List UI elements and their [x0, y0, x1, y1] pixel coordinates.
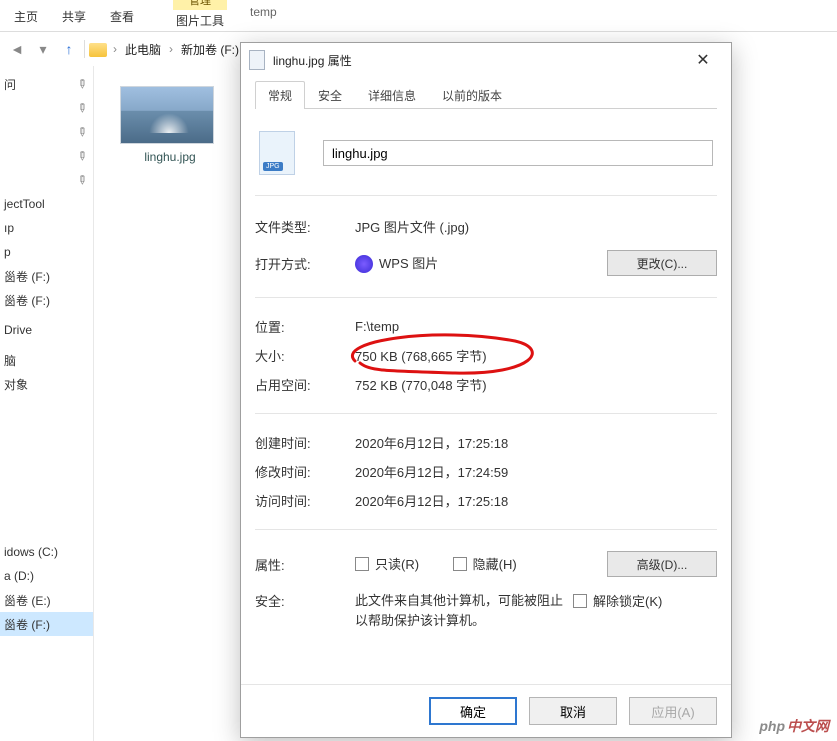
value-location: F:\temp	[355, 319, 717, 334]
sidebar-item[interactable]: a (D:)	[0, 564, 93, 588]
value-modified: 2020年6月12日，17:24:59	[355, 462, 717, 481]
sidebar-item[interactable]	[0, 516, 93, 540]
label-size: 大小:	[255, 346, 355, 365]
tab-general[interactable]: 常规	[255, 81, 305, 109]
dialog-titlebar[interactable]: linghu.jpg 属性 ✕	[241, 43, 731, 77]
divider	[255, 529, 717, 530]
value-size-on-disk: 752 KB (770,048 字节)	[355, 375, 717, 394]
divider	[255, 297, 717, 298]
sidebar-item[interactable]: 𡿺卷 (E:)	[0, 588, 93, 612]
file-label: linghu.jpg	[120, 144, 220, 164]
label-created: 创建时间:	[255, 433, 355, 452]
ribbon-tab-share[interactable]: 共享	[50, 2, 98, 31]
divider	[255, 413, 717, 414]
checkbox-hidden[interactable]: 隐藏(H)	[453, 554, 517, 573]
ribbon-tab-view[interactable]: 查看	[98, 2, 146, 31]
label-size-on-disk: 占用空间:	[255, 375, 355, 394]
properties-dialog: linghu.jpg 属性 ✕ 常规 安全 详细信息 以前的版本 文件类型: J…	[240, 42, 732, 738]
pin-icon: ✎	[73, 171, 90, 188]
ribbon-context-picture-tools[interactable]: 图片工具	[166, 10, 234, 31]
nav-separator	[84, 40, 85, 58]
dialog-footer: 确定 取消 应用(A)	[241, 684, 731, 737]
nav-history-dropdown-icon[interactable]: ▾	[32, 38, 54, 60]
sidebar-item[interactable]: ✎	[0, 120, 93, 144]
checkbox-readonly[interactable]: 只读(R)	[355, 554, 419, 573]
advanced-button[interactable]: 高级(D)...	[607, 551, 717, 577]
pin-icon: ✎	[73, 99, 90, 116]
pin-icon: ✎	[73, 75, 90, 92]
value-size: 750 KB (768,665 字节)	[355, 346, 717, 365]
sidebar-item[interactable]: 脑	[0, 348, 93, 372]
change-app-button[interactable]: 更改(C)...	[607, 250, 717, 276]
value-opens-with: WPS 图片	[355, 253, 607, 274]
sidebar-item[interactable]	[0, 492, 93, 516]
close-button[interactable]: ✕	[683, 46, 723, 74]
filename-input[interactable]	[323, 140, 713, 166]
sidebar-item[interactable]	[0, 420, 93, 444]
file-icon	[249, 50, 265, 70]
wps-icon	[355, 255, 373, 273]
sidebar-item[interactable]: 𡿺卷 (F:)	[0, 264, 93, 288]
chevron-right-icon: ›	[167, 42, 175, 56]
tab-security[interactable]: 安全	[305, 81, 355, 109]
sidebar-item[interactable]: ✎	[0, 144, 93, 168]
value-security: 此文件来自其他计算机，可能被阻止以帮助保护该计算机。	[355, 591, 565, 630]
sidebar-item[interactable]: 𡿺卷 (F:)	[0, 288, 93, 312]
checkbox-unblock[interactable]: 解除锁定(K)	[573, 591, 662, 610]
sidebar-item[interactable]: p	[0, 240, 93, 264]
dialog-title: linghu.jpg 属性	[273, 52, 352, 69]
label-location: 位置:	[255, 317, 355, 336]
watermark: php中文网	[755, 715, 833, 737]
value-created: 2020年6月12日，17:25:18	[355, 433, 717, 452]
file-type-icon	[259, 131, 295, 175]
sidebar-item-selected[interactable]: 𡿺卷 (F:)	[0, 612, 93, 636]
file-item[interactable]: linghu.jpg	[120, 86, 220, 164]
sidebar-item[interactable]: ✎	[0, 96, 93, 120]
label-opens-with: 打开方式:	[255, 254, 355, 273]
window-title: temp	[250, 5, 277, 19]
sidebar-item[interactable]: jectTool	[0, 192, 93, 216]
pin-icon: ✎	[73, 123, 90, 140]
apply-button[interactable]: 应用(A)	[629, 697, 717, 725]
label-attributes: 属性:	[255, 555, 355, 574]
sidebar-item[interactable]	[0, 468, 93, 492]
label-accessed: 访问时间:	[255, 491, 355, 510]
folder-icon	[89, 43, 107, 57]
sidebar-item[interactable]: 对象	[0, 372, 93, 396]
label-security: 安全:	[255, 591, 355, 610]
nav-tree[interactable]: 问✎ ✎ ✎ ✎ ✎ jectTool ıp p 𡿺卷 (F:) 𡿺卷 (F:)…	[0, 66, 94, 741]
nav-up-icon[interactable]: ↑	[58, 38, 80, 60]
label-file-type: 文件类型:	[255, 217, 355, 236]
ok-button[interactable]: 确定	[429, 697, 517, 725]
value-accessed: 2020年6月12日，17:25:18	[355, 491, 717, 510]
divider	[255, 195, 717, 196]
ribbon-tabs: 主页 共享 查看 管理 图片工具	[0, 0, 837, 32]
file-thumbnail	[120, 86, 214, 144]
sidebar-item[interactable]: ✎	[0, 168, 93, 192]
pin-icon: ✎	[73, 147, 90, 164]
sidebar-item[interactable]: 问✎	[0, 72, 93, 96]
nav-back-icon[interactable]: ◄	[6, 38, 28, 60]
tab-details[interactable]: 详细信息	[355, 81, 429, 109]
breadcrumb-item[interactable]: 此电脑	[121, 39, 165, 60]
sidebar-item[interactable]: ıp	[0, 216, 93, 240]
sidebar-item[interactable]	[0, 444, 93, 468]
value-file-type: JPG 图片文件 (.jpg)	[355, 217, 717, 236]
cancel-button[interactable]: 取消	[529, 697, 617, 725]
chevron-right-icon: ›	[111, 42, 119, 56]
tab-previous-versions[interactable]: 以前的版本	[429, 81, 515, 109]
ribbon-tab-home[interactable]: 主页	[2, 2, 50, 31]
sidebar-item[interactable]: Drive	[0, 318, 93, 342]
sidebar-item[interactable]: idows (C:)	[0, 540, 93, 564]
ribbon-context-manage[interactable]: 管理	[173, 0, 227, 10]
label-modified: 修改时间:	[255, 462, 355, 481]
breadcrumb-item[interactable]: 新加卷 (F:)	[177, 39, 243, 60]
dialog-tabs: 常规 安全 详细信息 以前的版本	[255, 81, 717, 109]
sidebar-item[interactable]	[0, 396, 93, 420]
